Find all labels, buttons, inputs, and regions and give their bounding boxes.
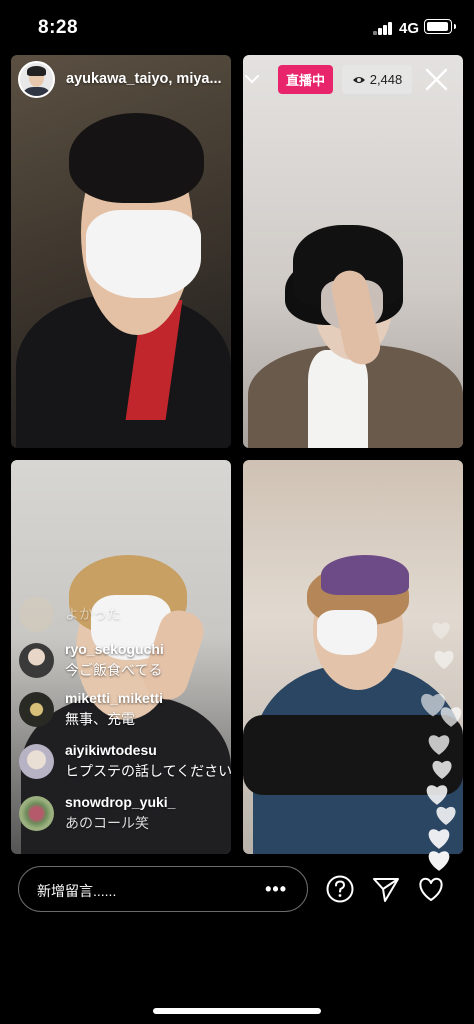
comment-avatar[interactable] <box>19 744 54 779</box>
comment-message: あのコール笑 <box>65 815 149 831</box>
comment-message: よかった <box>65 606 121 622</box>
more-options-button[interactable]: ••• <box>265 879 287 900</box>
comment-item: ryo_sekoguchi 今ご飯食べてる <box>19 640 259 680</box>
heart-icon <box>432 622 450 640</box>
comment-item: snowdrop_yuki_ あのコール笑 <box>19 793 259 833</box>
comment-message: 今ご飯食べてる <box>65 662 163 678</box>
heart-icon <box>428 851 450 871</box>
comment-input-placeholder: 新增留言...... <box>37 883 117 899</box>
close-icon[interactable] <box>423 66 450 93</box>
comment-avatar[interactable] <box>19 643 54 678</box>
video-tile-guest-1[interactable] <box>243 55 463 448</box>
heart-icon <box>428 735 450 755</box>
live-badge: 直播中 <box>278 65 333 94</box>
comment-avatar[interactable] <box>19 597 54 632</box>
home-indicator[interactable] <box>153 1008 321 1014</box>
network-label: 4G <box>399 20 420 37</box>
comment-username[interactable]: snowdrop_yuki_ <box>65 794 175 810</box>
floating-hearts <box>412 620 474 875</box>
heart-icon <box>440 707 462 727</box>
comment-username[interactable]: aiyikiwtodesu <box>65 742 157 758</box>
comment-message: ヒプステの話してください <box>65 763 233 779</box>
comment-item: miketti_miketti 無事、充電 <box>19 689 259 729</box>
viewer-count: 2,448 <box>369 72 403 87</box>
comment-message: 無事、充電 <box>65 711 135 727</box>
heart-icon[interactable] <box>416 874 446 904</box>
status-time: 8:28 <box>38 17 79 38</box>
signal-icon <box>373 22 393 35</box>
comment-item: よかった <box>19 594 259 634</box>
eye-icon <box>352 76 365 83</box>
question-icon[interactable] <box>325 874 355 904</box>
heart-icon <box>426 785 448 805</box>
send-icon[interactable] <box>371 874 401 904</box>
chevron-down-icon[interactable] <box>243 72 261 86</box>
viewer-count-badge[interactable]: 2,448 <box>342 65 412 94</box>
comment-item: aiyikiwtodesu ヒプステの話してください <box>19 741 259 781</box>
heart-icon <box>434 650 454 669</box>
comment-input[interactable]: 新增留言...... ••• <box>18 866 308 912</box>
host-avatar[interactable] <box>18 61 55 98</box>
comment-username[interactable]: ryo_sekoguchi <box>65 641 164 657</box>
heart-icon <box>428 829 450 849</box>
status-bar: 8:28 4G <box>0 0 474 54</box>
comment-avatar[interactable] <box>19 796 54 831</box>
battery-icon <box>424 19 456 34</box>
heart-icon <box>436 806 456 825</box>
comment-avatar[interactable] <box>19 692 54 727</box>
video-tile-host[interactable] <box>11 55 231 448</box>
heart-icon <box>432 760 452 779</box>
comment-username[interactable]: miketti_miketti <box>65 690 163 706</box>
host-names[interactable]: ayukawa_taiyo, miya... <box>66 71 232 87</box>
